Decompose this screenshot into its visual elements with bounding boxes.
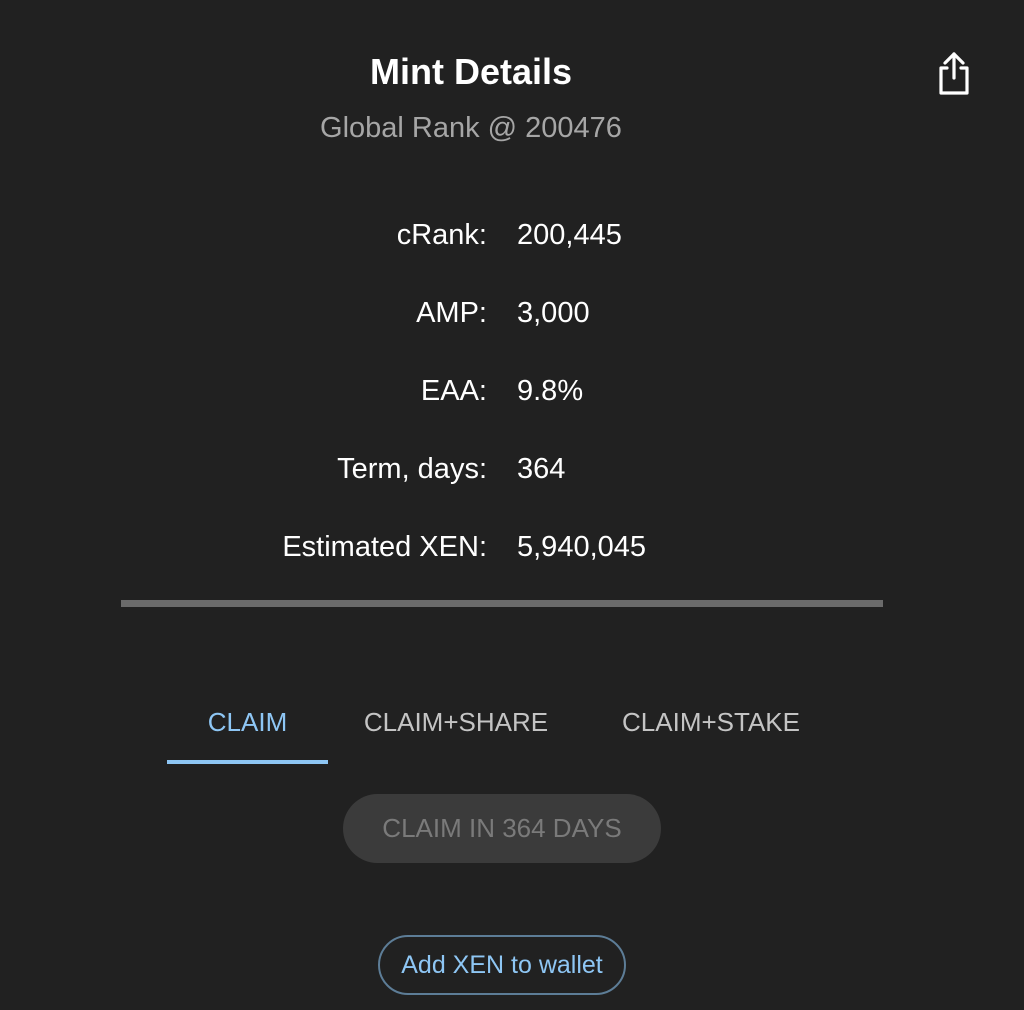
mint-details-page: Mint Details Global Rank @ 200476 cRank:…: [0, 0, 1024, 1010]
divider: [121, 600, 883, 607]
detail-row-eaa: EAA: 9.8%: [0, 366, 1024, 416]
detail-row-term: Term, days: 364: [0, 444, 1024, 494]
detail-label: Estimated XEN:: [282, 531, 487, 563]
detail-value: 3,000: [517, 297, 590, 329]
detail-label: cRank:: [396, 219, 487, 251]
tab-claim-share[interactable]: CLAIM+SHARE: [340, 690, 572, 760]
detail-row-estimated-xen: Estimated XEN: 5,940,045: [0, 522, 1024, 572]
detail-value: 5,940,045: [517, 531, 647, 563]
active-tab-indicator: [167, 760, 328, 764]
detail-row-crank: cRank: 200,445: [0, 210, 1024, 260]
detail-label: EAA:: [420, 375, 487, 407]
tab-claim[interactable]: CLAIM: [167, 690, 328, 760]
share-icon[interactable]: [934, 50, 974, 96]
detail-value: 200,445: [517, 219, 622, 251]
add-xen-to-wallet-button[interactable]: Add XEN to wallet: [378, 935, 626, 995]
page-title: Mint Details: [369, 51, 573, 92]
detail-row-amp: AMP: 3,000: [0, 288, 1024, 338]
tab-claim-stake[interactable]: CLAIM+STAKE: [596, 690, 826, 760]
detail-label: AMP:: [416, 297, 487, 329]
detail-value: 9.8%: [517, 375, 584, 407]
detail-label: Term, days:: [337, 453, 487, 485]
claim-tabs: CLAIM CLAIM+SHARE CLAIM+STAKE: [0, 690, 1024, 766]
global-rank-subtitle: Global Rank @ 200476: [320, 112, 622, 144]
detail-value: 364: [517, 453, 566, 485]
claim-button[interactable]: CLAIM IN 364 DAYS: [343, 794, 661, 863]
